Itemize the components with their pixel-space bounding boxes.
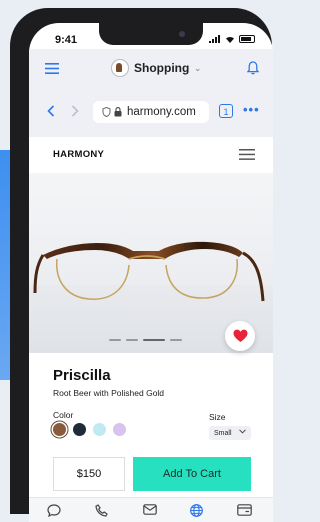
site-header: HARMONY	[29, 137, 273, 174]
back-icon[interactable]	[47, 105, 55, 117]
color-swatch[interactable]	[93, 423, 106, 436]
app-logo-icon	[111, 59, 129, 77]
price-box: $150	[53, 457, 125, 491]
more-icon[interactable]: •••	[243, 102, 260, 117]
notch	[99, 23, 203, 45]
status-time: 9:41	[55, 34, 78, 46]
bottom-tab-bar	[29, 497, 273, 522]
color-swatch[interactable]	[113, 423, 126, 436]
globe-icon[interactable]	[190, 504, 203, 517]
url-bar[interactable]: harmony.com	[93, 101, 209, 123]
wallet-icon[interactable]	[237, 504, 252, 516]
color-swatch[interactable]	[73, 423, 86, 436]
color-swatches	[53, 423, 126, 436]
carousel-dot-active[interactable]	[143, 339, 165, 341]
tabs-button[interactable]: 1	[219, 104, 233, 118]
camera-icon	[179, 31, 185, 37]
signal-icon	[209, 35, 220, 43]
wifi-icon	[226, 36, 234, 43]
phone-icon[interactable]	[95, 504, 108, 517]
color-label: Color	[53, 410, 74, 420]
forward-icon[interactable]	[71, 105, 79, 117]
carousel-dot[interactable]	[170, 339, 182, 341]
carousel-dot[interactable]	[109, 339, 121, 341]
app-title[interactable]: Shopping ⌄	[111, 59, 201, 77]
bell-icon[interactable]	[247, 61, 259, 75]
size-select[interactable]: Small	[209, 426, 251, 440]
chevron-down-icon	[239, 429, 246, 434]
product-subtitle: Root Beer with Polished Gold	[53, 388, 165, 398]
chevron-down-icon: ⌄	[194, 63, 202, 73]
add-to-cart-button[interactable]: Add To Cart	[133, 457, 251, 491]
carousel-dot[interactable]	[126, 339, 138, 341]
app-title-label: Shopping	[134, 61, 190, 75]
menu-icon[interactable]	[45, 63, 59, 74]
size-label: Size	[209, 412, 226, 422]
battery-icon	[239, 35, 255, 43]
color-swatch-selected[interactable]	[53, 423, 66, 436]
url-text: harmony.com	[127, 106, 196, 118]
hamburger-icon[interactable]	[239, 149, 255, 160]
site-brand[interactable]: HARMONY	[53, 149, 104, 160]
chat-icon[interactable]	[47, 504, 61, 517]
status-icons	[209, 35, 255, 43]
mail-icon[interactable]	[143, 504, 157, 515]
phone-frame: 9:41 Shopping ⌄ harmony.com 1 ••• HARMON…	[10, 8, 273, 522]
browser-chrome: Shopping ⌄ harmony.com 1 •••	[29, 49, 273, 137]
lock-icon	[114, 107, 122, 117]
size-value: Small	[214, 429, 232, 437]
product-name: Priscilla	[53, 367, 111, 384]
shield-icon	[102, 107, 111, 117]
phone-screen: 9:41 Shopping ⌄ harmony.com 1 ••• HARMON…	[29, 23, 273, 522]
heart-icon	[233, 329, 247, 342]
favorite-button[interactable]	[225, 321, 255, 351]
carousel-dots[interactable]	[109, 339, 182, 341]
